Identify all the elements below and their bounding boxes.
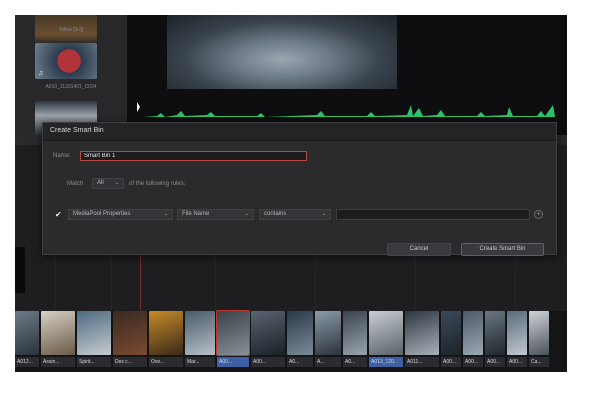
filmstrip-clip[interactable] bbox=[113, 311, 147, 355]
filmstrip-clip-label: A... bbox=[315, 357, 341, 367]
playhead-marker bbox=[137, 102, 140, 112]
chevron-down-icon: ⌄ bbox=[244, 211, 249, 217]
rule-enabled-checkbox[interactable]: ✔ bbox=[55, 210, 62, 219]
filmstrip-clip[interactable] bbox=[405, 311, 439, 355]
smart-bin-name-input[interactable] bbox=[80, 151, 307, 161]
rules-suffix: of the following rules: bbox=[129, 181, 186, 187]
filmstrip-clip-label: A0... bbox=[287, 357, 313, 367]
filmstrip-clip[interactable] bbox=[315, 311, 341, 355]
media-thumb-label: Tofino [3-3] bbox=[58, 27, 84, 33]
timeline-track-edge bbox=[15, 247, 25, 293]
dialog-title-bar: Create Smart Bin bbox=[43, 123, 556, 141]
filmstrip-clip[interactable] bbox=[216, 310, 250, 356]
filmstrip-clip-label: Ca... bbox=[529, 357, 549, 367]
rule-category-dropdown[interactable]: MediaPool Properties ⌄ bbox=[68, 209, 173, 220]
name-label: Name: bbox=[53, 153, 71, 159]
filmstrip-clip-label: Spirit... bbox=[77, 357, 111, 367]
match-dropdown[interactable]: All ⌄ bbox=[92, 178, 124, 189]
filmstrip-clip[interactable] bbox=[149, 311, 183, 355]
match-value: All bbox=[97, 180, 104, 186]
filmstrip-clip[interactable] bbox=[15, 311, 39, 355]
chevron-down-icon: ⌄ bbox=[114, 180, 119, 186]
viewer bbox=[127, 15, 567, 97]
waveform-peaks bbox=[143, 105, 555, 117]
filmstrip-clip-label: A0... bbox=[343, 357, 367, 367]
filmstrip-clip-label: Assin... bbox=[41, 357, 75, 367]
filmstrip-clip-label: Ove... bbox=[149, 357, 183, 367]
filmstrip-clip[interactable] bbox=[463, 311, 483, 355]
waveform-graphic bbox=[137, 102, 555, 117]
media-pool: Tofino [3-3] ♫ A010_11301401_C034 bbox=[15, 15, 127, 137]
filmstrip-clip[interactable] bbox=[369, 311, 403, 355]
rule-operator-value: contains bbox=[264, 211, 287, 217]
dialog-title: Create Smart Bin bbox=[50, 127, 104, 134]
filmstrip-clip[interactable] bbox=[185, 311, 215, 355]
filmstrip-clip-label: Mar... bbox=[185, 357, 215, 367]
rule-value-input[interactable] bbox=[336, 209, 530, 220]
filmstrip-clip-label: Des c... bbox=[113, 357, 147, 367]
add-rule-icon[interactable]: + bbox=[534, 210, 543, 219]
filmstrip-clip-label: A013_120... bbox=[369, 357, 403, 367]
filmstrip-clip[interactable] bbox=[287, 311, 313, 355]
rule-category-value: MediaPool Properties bbox=[73, 211, 131, 217]
viewer-frame bbox=[167, 15, 397, 89]
cancel-button[interactable]: Cancel bbox=[387, 243, 451, 256]
resolve-window: Tofino [3-3] ♫ A010_11301401_C034 A012..… bbox=[15, 15, 567, 372]
filmstrip-clip[interactable] bbox=[251, 311, 285, 355]
filmstrip-clip[interactable] bbox=[507, 311, 527, 355]
rule-operator-dropdown[interactable]: contains ⌄ bbox=[259, 209, 331, 220]
rule-field-dropdown[interactable]: File Name ⌄ bbox=[177, 209, 254, 220]
clip-filmstrip: A012... Assin... Spirit... Des c... Ove... Ma… bbox=[15, 310, 567, 372]
create-smart-bin-dialog: Create Smart Bin Name: Match All ⌄ of th… bbox=[42, 122, 557, 256]
filmstrip-clip[interactable] bbox=[41, 311, 75, 355]
filmstrip-clip[interactable] bbox=[77, 311, 111, 355]
chevron-down-icon: ⌄ bbox=[163, 211, 168, 217]
filmstrip-clip-label: A00... bbox=[463, 357, 483, 367]
match-label: Match bbox=[67, 181, 84, 187]
filmstrip-clip-label: A00... bbox=[507, 357, 527, 367]
media-thumb-2[interactable]: ♫ bbox=[35, 43, 97, 79]
filmstrip-clip-label: A00... bbox=[441, 357, 461, 367]
media-thumb-label: A010_11301401_C034 bbox=[45, 84, 97, 90]
filmstrip-clip[interactable] bbox=[343, 311, 367, 355]
filmstrip-clip-label: A011... bbox=[405, 357, 439, 367]
filmstrip-clip-label: A00... bbox=[251, 357, 285, 367]
filmstrip-clip-label: A00... bbox=[217, 357, 249, 367]
filmstrip-clip[interactable] bbox=[485, 311, 505, 355]
create-smart-bin-button[interactable]: Create Smart Bin bbox=[461, 243, 544, 256]
filmstrip-clip-label: A00... bbox=[485, 357, 505, 367]
filmstrip-clip[interactable] bbox=[441, 311, 461, 355]
rule-field-value: File Name bbox=[182, 211, 210, 217]
music-note-icon: ♫ bbox=[38, 70, 44, 77]
filmstrip-clip[interactable] bbox=[529, 311, 549, 355]
chevron-down-icon: ⌄ bbox=[321, 211, 326, 217]
filmstrip-clip-label: A012... bbox=[15, 357, 39, 367]
